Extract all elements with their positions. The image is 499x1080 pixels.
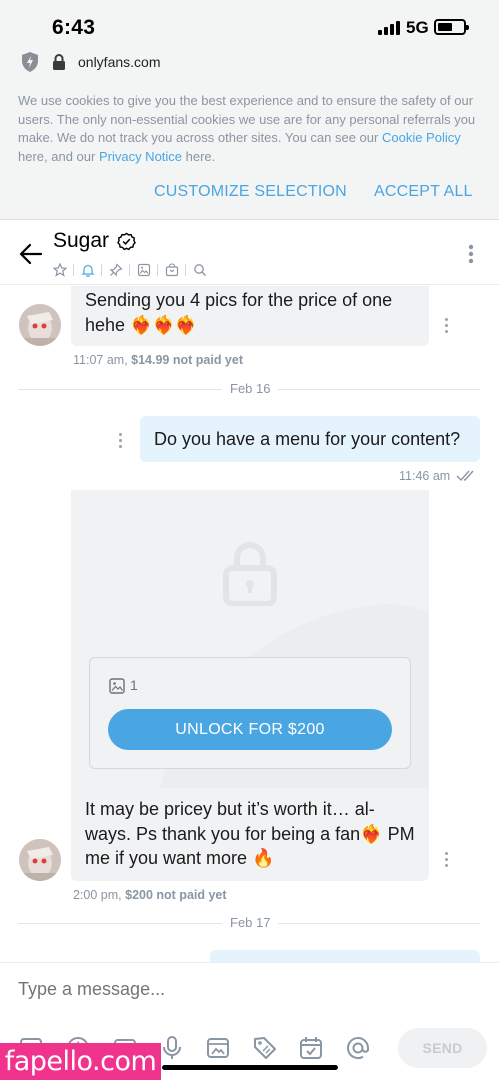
pin-icon[interactable]: [108, 262, 124, 278]
lock-icon: [53, 54, 65, 70]
customize-selection-button[interactable]: CUSTOMIZE SELECTION: [154, 183, 347, 201]
url-bar[interactable]: onlyfans.com: [0, 46, 499, 80]
browser-chrome: 6:43 5G onlyfans.com: [0, 0, 499, 80]
double-check-icon: [456, 470, 474, 482]
chat-user-name[interactable]: Sugar: [53, 229, 109, 253]
more-options-icon[interactable]: [466, 243, 476, 265]
avatar[interactable]: [19, 304, 61, 346]
price-status: $200 not paid yet: [125, 888, 227, 902]
status-bar: 6:43 5G: [0, 0, 499, 46]
search-icon[interactable]: [192, 262, 208, 278]
clock: 6:43: [52, 16, 96, 39]
chat-header-actions: [52, 261, 213, 279]
image-icon: [109, 678, 125, 694]
message-text: Sending you 4 pics for the price of one …: [85, 290, 393, 335]
network-type: 5G: [406, 18, 429, 37]
cookie-policy-link[interactable]: Cookie Policy: [382, 130, 461, 145]
message-bubble-outgoing[interactable]: [210, 950, 480, 962]
back-arrow-icon[interactable]: [18, 241, 44, 267]
media-count: 1: [130, 677, 138, 693]
message-text: It may be pricey but it’s worth it… al-w…: [85, 799, 415, 868]
image-icon[interactable]: [136, 262, 152, 278]
message-bubble-outgoing[interactable]: Do you have a menu for your content?: [140, 416, 480, 462]
unlock-button[interactable]: UNLOCK FOR $200: [108, 709, 392, 750]
message-options-icon[interactable]: [118, 433, 124, 449]
cookie-banner: We use cookies to give you the best expe…: [0, 80, 499, 220]
vault-icon[interactable]: [205, 1035, 231, 1061]
signal-icon: [378, 21, 400, 35]
date-divider-label: Feb 17: [222, 915, 279, 930]
privacy-notice-link[interactable]: Privacy Notice: [99, 149, 182, 164]
battery-icon: [434, 19, 469, 35]
bell-icon[interactable]: [80, 262, 96, 278]
microphone-icon[interactable]: [159, 1035, 185, 1061]
lock-icon: [223, 542, 277, 606]
calendar-icon[interactable]: [298, 1035, 324, 1061]
locked-media[interactable]: 1 UNLOCK FOR $200: [71, 490, 429, 788]
verified-badge-icon: [117, 232, 136, 251]
shield-icon[interactable]: [20, 51, 40, 73]
at-icon[interactable]: [345, 1035, 371, 1061]
price-status: $14.99 not paid yet: [131, 353, 244, 367]
tag-icon[interactable]: [252, 1035, 278, 1061]
message-meta: 11:46 am: [399, 469, 451, 483]
bag-icon[interactable]: [164, 262, 180, 278]
star-icon[interactable]: [52, 262, 68, 278]
url-text[interactable]: onlyfans.com: [78, 54, 160, 70]
message-bubble-incoming[interactable]: Sending you 4 pics for the price of one …: [71, 286, 429, 346]
avatar[interactable]: [19, 839, 61, 881]
accept-all-button[interactable]: ACCEPT ALL: [374, 183, 473, 201]
message-bubble-incoming[interactable]: It may be pricey but it’s worth it… al-w…: [71, 788, 429, 881]
message-meta: 11:07 am, $14.99 not paid yet: [73, 353, 244, 367]
cookie-text: We use cookies to give you the best expe…: [18, 93, 476, 165]
unlock-panel: 1 UNLOCK FOR $200: [89, 657, 411, 769]
send-button[interactable]: SEND: [398, 1028, 487, 1068]
message-options-icon[interactable]: [444, 318, 450, 334]
chat-header: Sugar: [0, 221, 499, 285]
home-indicator: [162, 1065, 338, 1070]
message-meta: 2:00 pm, $200 not paid yet: [73, 888, 227, 902]
message-input[interactable]: [18, 979, 458, 1000]
message-options-icon[interactable]: [444, 852, 450, 868]
watermark: fapello.com: [0, 1043, 161, 1080]
date-divider-label: Feb 16: [222, 381, 279, 396]
message-text: Do you have a menu for your content?: [154, 429, 461, 449]
